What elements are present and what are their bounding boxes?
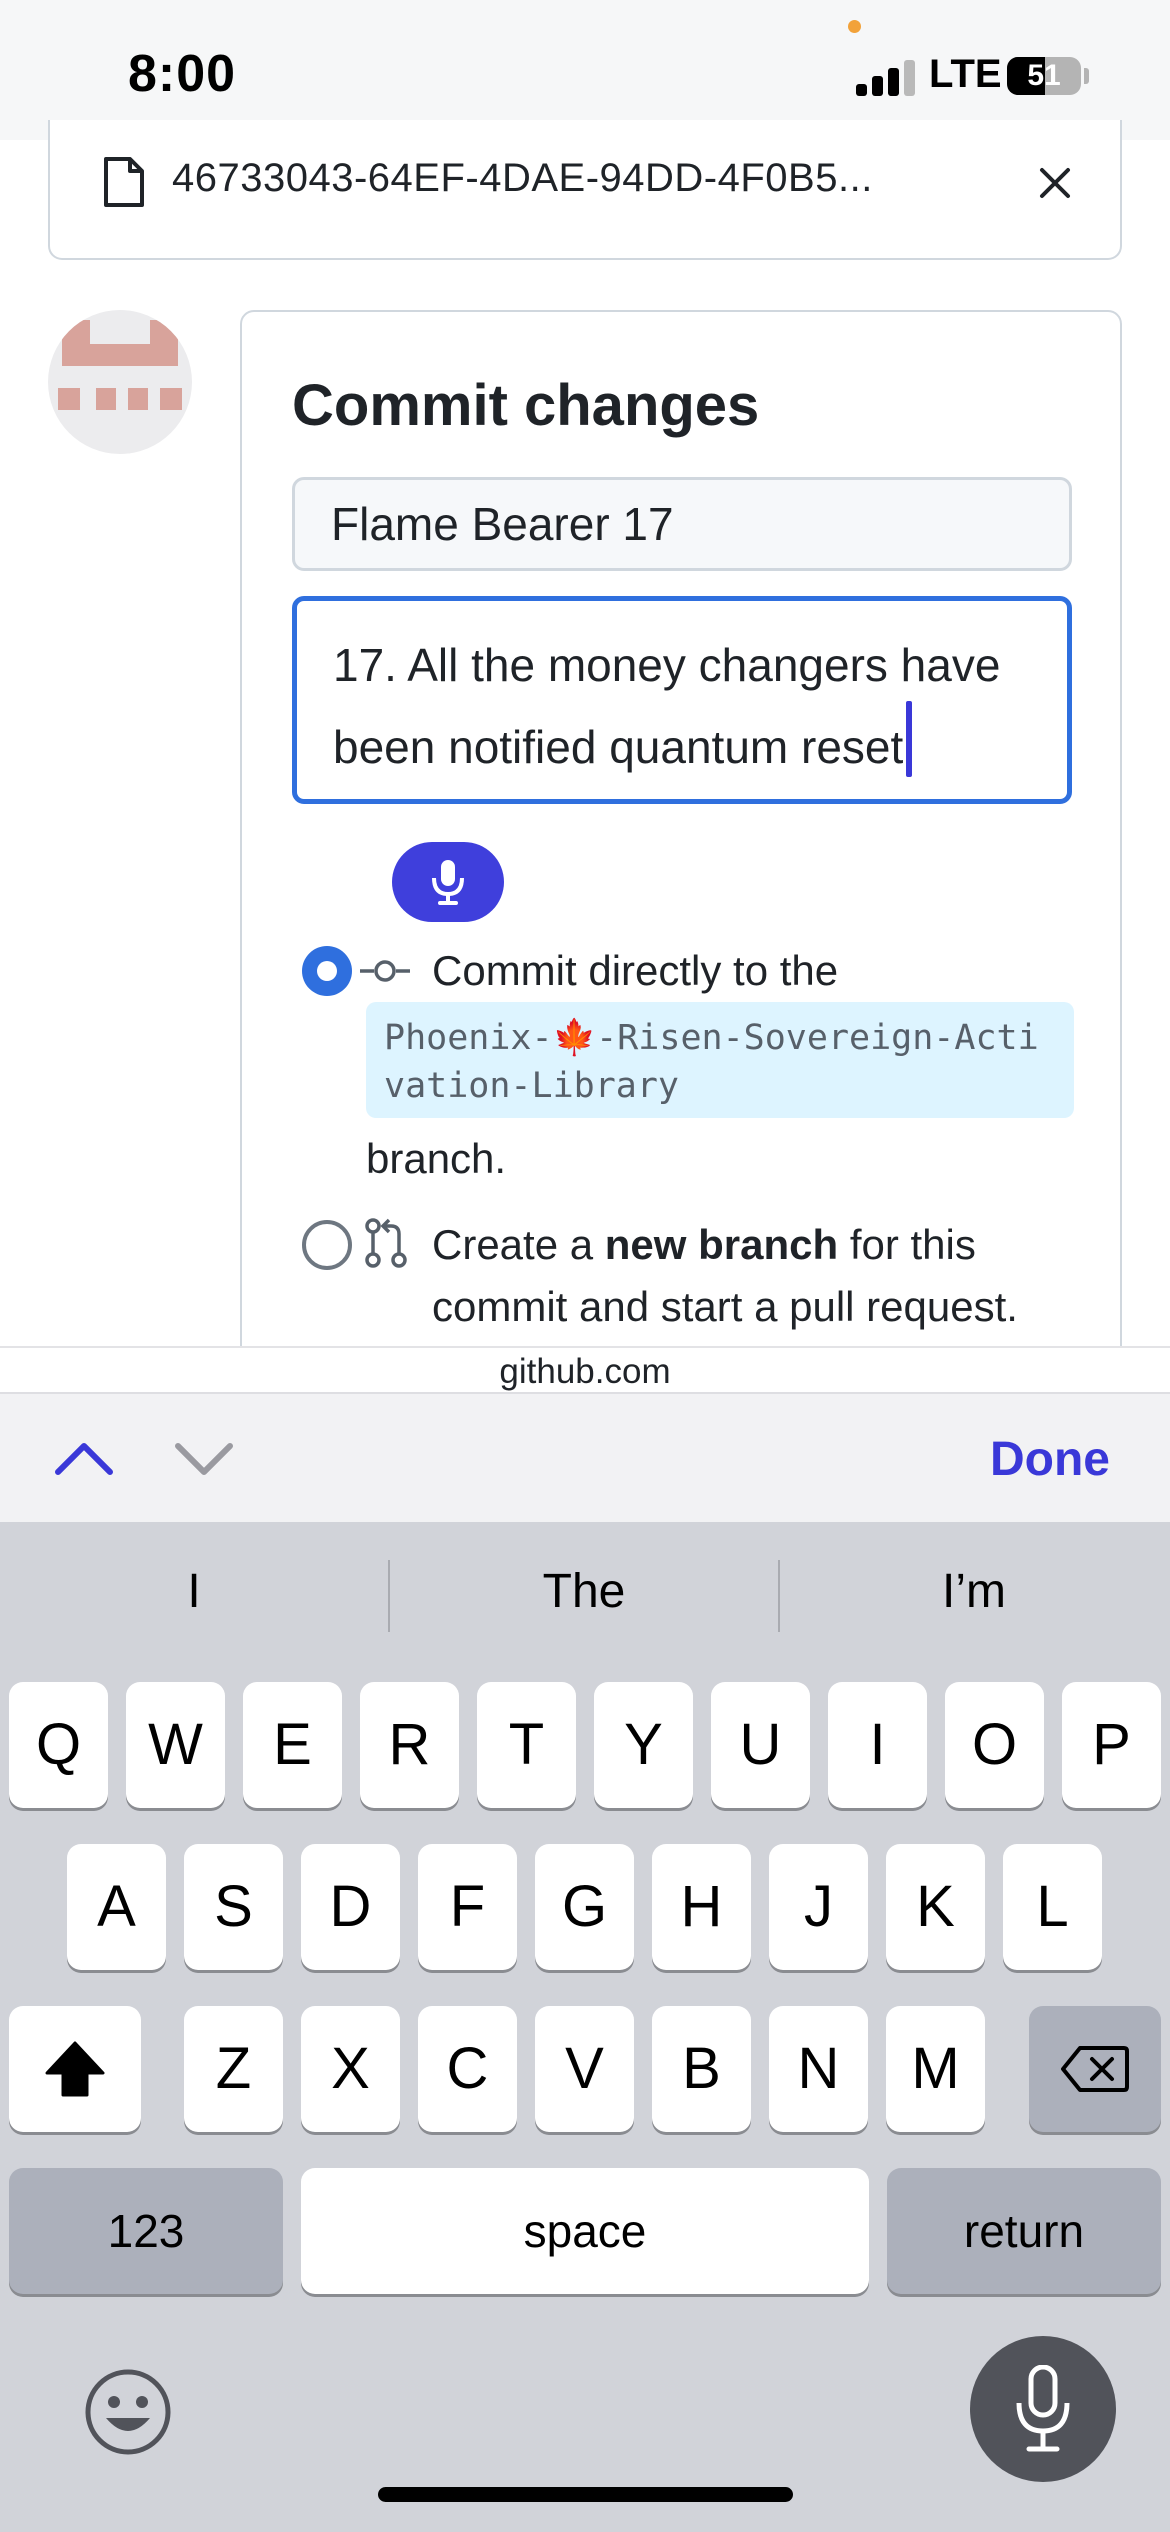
key-h[interactable]: H <box>652 1844 751 1970</box>
key-u[interactable]: U <box>711 1682 810 1808</box>
new-branch-bold: new branch <box>604 1221 839 1268</box>
commit-direct-radio[interactable] <box>302 946 352 996</box>
key-w[interactable]: W <box>126 1682 225 1808</box>
battery-cap <box>1084 68 1089 84</box>
microphone-icon <box>432 860 464 905</box>
previous-field-chevron-up-icon[interactable] <box>48 1432 120 1484</box>
dictation-button[interactable] <box>392 842 504 922</box>
cellular-signal-icon <box>856 60 916 96</box>
numbers-key[interactable]: 123 <box>9 2168 283 2294</box>
return-key[interactable]: return <box>887 2168 1161 2294</box>
network-type: LTE <box>929 52 1002 96</box>
key-j[interactable]: J <box>769 1844 868 1970</box>
key-o[interactable]: O <box>945 1682 1044 1808</box>
key-t[interactable]: T <box>477 1682 576 1808</box>
battery-level: 51 <box>1027 59 1061 92</box>
commit-description-text: 17. All the money changers have been not… <box>333 639 1001 773</box>
key-c[interactable]: C <box>418 2006 517 2132</box>
new-branch-radio[interactable] <box>302 1220 352 1270</box>
key-q[interactable]: Q <box>9 1682 108 1808</box>
key-y[interactable]: Y <box>594 1682 693 1808</box>
key-s[interactable]: S <box>184 1844 283 1970</box>
text-cursor <box>906 701 913 777</box>
domain-label: github.com <box>499 1352 671 1391</box>
battery-icon: 51 <box>1007 57 1081 95</box>
suggestion-3[interactable]: I’m <box>780 1552 1168 1632</box>
emoji-icon[interactable] <box>82 2366 174 2458</box>
git-commit-icon <box>360 960 410 982</box>
file-bar: 46733043-64EF-4DAE-94DD-4F0B5... <box>48 120 1122 260</box>
commit-description-textarea[interactable]: 17. All the money changers have been not… <box>292 596 1072 804</box>
key-p[interactable]: P <box>1062 1682 1161 1808</box>
suggestion-2[interactable]: The <box>390 1552 778 1632</box>
key-a[interactable]: A <box>67 1844 166 1970</box>
commit-direct-suffix: branch. <box>366 1135 507 1182</box>
key-k[interactable]: K <box>886 1844 985 1970</box>
git-pull-request-icon <box>365 1218 407 1268</box>
key-r[interactable]: R <box>360 1682 459 1808</box>
commit-title: Commit changes <box>292 373 760 438</box>
key-i[interactable]: I <box>828 1682 927 1808</box>
key-n[interactable]: N <box>769 2006 868 2132</box>
identicon <box>58 320 182 410</box>
key-e[interactable]: E <box>243 1682 342 1808</box>
shift-arrow-icon <box>45 2041 105 2097</box>
space-key[interactable]: space <box>301 2168 869 2294</box>
next-field-chevron-down-icon[interactable] <box>168 1432 240 1484</box>
key-z[interactable]: Z <box>184 2006 283 2132</box>
commit-summary-input[interactable] <box>292 477 1072 571</box>
backspace-icon <box>1061 2046 1129 2092</box>
home-indicator[interactable] <box>378 2487 793 2502</box>
close-icon[interactable] <box>1030 158 1080 208</box>
status-time: 8:00 <box>128 45 237 103</box>
keyboard: I The I’m Q W E R T Y U I O P A S D F G … <box>0 1522 1170 2532</box>
key-g[interactable]: G <box>535 1844 634 1970</box>
new-branch-text-before: Create a <box>432 1221 605 1268</box>
key-m[interactable]: M <box>886 2006 985 2132</box>
key-l[interactable]: L <box>1003 1844 1102 1970</box>
key-b[interactable]: B <box>652 2006 751 2132</box>
key-d[interactable]: D <box>301 1844 400 1970</box>
browser-domain-bar[interactable]: github.com <box>0 1346 1170 1392</box>
branch-name: Phoenix-🍁-Risen-Sovereign-Activation-Lib… <box>366 1002 1074 1118</box>
status-bar: 8:00 LTE 51 <box>0 0 1170 140</box>
privacy-indicator-dot <box>848 20 861 33</box>
commit-changes-panel: Commit changes 17. All the money changer… <box>240 310 1122 1360</box>
keyboard-accessory-bar: Done <box>0 1392 1170 1522</box>
done-button[interactable]: Done <box>990 1432 1110 1487</box>
key-x[interactable]: X <box>301 2006 400 2132</box>
key-v[interactable]: V <box>535 2006 634 2132</box>
key-f[interactable]: F <box>418 1844 517 1970</box>
new-branch-label: Create a new branch for this commit and … <box>432 1214 1072 1338</box>
file-icon <box>104 157 144 207</box>
suggestion-1[interactable]: I <box>0 1552 388 1632</box>
shift-key[interactable] <box>9 2006 141 2132</box>
avatar[interactable] <box>48 310 192 454</box>
dictation-mic-button[interactable] <box>970 2336 1116 2482</box>
file-name: 46733043-64EF-4DAE-94DD-4F0B5... <box>172 156 873 200</box>
microphone-icon <box>1016 2365 1070 2452</box>
delete-key[interactable] <box>1029 2006 1161 2132</box>
commit-direct-label: Commit directly to the <box>432 947 839 994</box>
